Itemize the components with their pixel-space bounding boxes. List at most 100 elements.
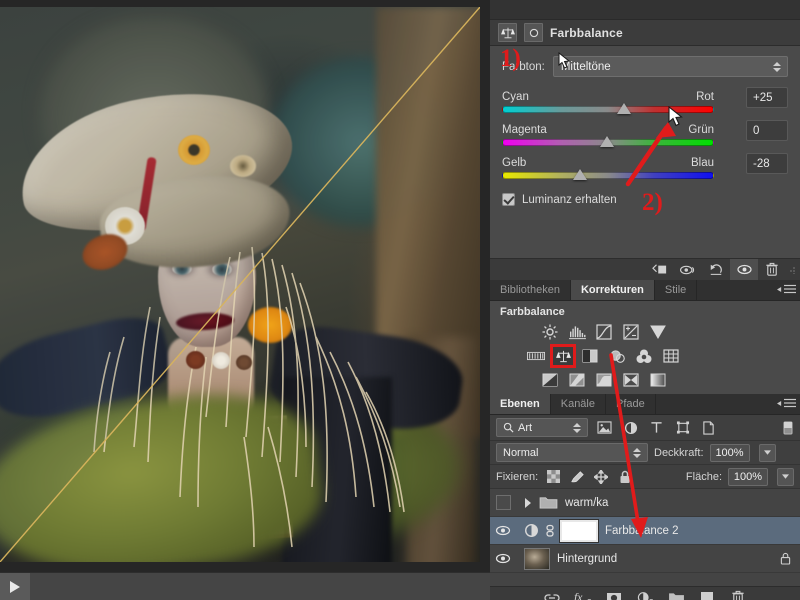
gradient-map-icon[interactable] (648, 371, 668, 389)
slider-track-cyan-red[interactable] (502, 103, 714, 114)
slider-value-magenta-green[interactable]: 0 (746, 120, 788, 141)
new-group-icon[interactable] (667, 589, 685, 600)
selective-color-icon[interactable] (621, 371, 641, 389)
black-white-icon[interactable] (580, 347, 600, 365)
mask-link-icon[interactable] (545, 524, 555, 538)
slider-track-yellow-blue[interactable] (502, 169, 714, 180)
player-scrubber-track[interactable] (30, 572, 490, 600)
clip-to-layer-button[interactable] (646, 259, 674, 281)
filter-toggle-icon[interactable] (782, 418, 794, 437)
panel-resize-grip[interactable] (786, 259, 798, 281)
brightness-contrast-icon[interactable] (540, 323, 560, 341)
layers-panel-menu-icon[interactable] (777, 398, 796, 408)
chain-glyph (544, 593, 560, 600)
table-row[interactable]: warm/ka (490, 489, 800, 517)
lock-position-icon[interactable] (592, 468, 610, 486)
chevron-down-icon (782, 474, 789, 479)
smartobject-filter-icon[interactable] (699, 418, 718, 437)
toggle-visibility-button[interactable] (730, 258, 758, 281)
shape-filter-icon[interactable] (673, 418, 692, 437)
channel-mixer-icon[interactable] (634, 347, 654, 365)
adjustment-filter-icon[interactable] (621, 418, 640, 437)
layer-kind-select[interactable]: Art (496, 418, 588, 437)
layer-mask-thumbnail[interactable] (559, 518, 599, 543)
tab-kanaele[interactable]: Kanäle (550, 394, 606, 414)
adjustment-icons-row-1 (490, 323, 800, 341)
blend-mode-select[interactable]: Normal (496, 443, 648, 462)
lock-image-icon[interactable] (568, 468, 586, 486)
brush-glyph (570, 470, 584, 482)
link-layers-icon[interactable] (543, 589, 561, 600)
lock-all-icon[interactable] (616, 468, 634, 486)
slider-left-label-gelb: Gelb (502, 157, 527, 169)
color-balance-adjustment-icon[interactable] (550, 344, 576, 368)
slider-value-cyan-red[interactable]: +25 (746, 87, 788, 108)
layer-style-fx-icon[interactable]: fx (574, 589, 592, 600)
opacity-dropdown-button[interactable] (758, 443, 776, 462)
eye-previous-icon (679, 265, 695, 274)
properties-title: Farbbalance (550, 25, 623, 40)
layers-bottom-toolbar: fx (490, 586, 800, 600)
slider-handle-cyan-red[interactable] (617, 103, 631, 114)
lock-transparency-icon[interactable] (544, 468, 562, 486)
layer-visibility-toggle[interactable] (490, 517, 516, 545)
delete-adjustment-button[interactable] (758, 259, 786, 281)
layer-visibility-toggle[interactable] (490, 545, 516, 573)
corrections-panel-menu-icon[interactable] (777, 284, 796, 294)
tab-pfade[interactable]: Pfade (606, 394, 656, 414)
photo-filter-icon[interactable] (607, 347, 627, 365)
play-button[interactable] (0, 572, 30, 600)
opacity-value[interactable]: 100% (709, 443, 750, 462)
bowtie-glyph (623, 373, 639, 387)
new-adjustment-icon[interactable] (636, 589, 654, 600)
properties-toolbar (490, 258, 800, 281)
half-circle-arrow-glyph (637, 592, 653, 600)
vibrance-icon[interactable] (648, 323, 668, 341)
preserve-luminosity-row[interactable]: Luminanz erhalten (502, 193, 788, 206)
color-lookup-icon[interactable] (661, 347, 681, 365)
preserve-luminosity-checkbox[interactable] (502, 193, 515, 206)
add-mask-icon[interactable] (605, 589, 623, 600)
tab-korrekturen[interactable]: Korrekturen (570, 280, 655, 300)
group-expand-icon[interactable] (524, 497, 532, 508)
slider-yellow-blue: Gelb Blau -28 (502, 153, 788, 180)
new-page-glyph (701, 591, 713, 600)
corrections-tab-bar: Bibliotheken Korrekturen Stile (490, 280, 800, 301)
curves-icon[interactable] (594, 323, 614, 341)
chevron-left-small-icon (777, 400, 782, 406)
scales-glyph (555, 350, 571, 362)
layer-filter-row: Art (490, 415, 800, 441)
levels-icon[interactable] (567, 323, 587, 341)
hue-saturation-icon[interactable] (526, 347, 546, 365)
table-row[interactable]: Hintergrund (490, 545, 800, 573)
clip-to-layer-icon[interactable] (524, 23, 543, 42)
tab-bibliotheken[interactable]: Bibliotheken (490, 280, 571, 300)
fill-value[interactable]: 100% (728, 467, 768, 486)
blend-mode-value: Normal (503, 446, 539, 459)
tone-select[interactable]: Mitteltöne (552, 56, 788, 77)
posterize-icon[interactable] (567, 371, 587, 389)
slider-handle-magenta-green[interactable] (600, 136, 614, 147)
exposure-icon[interactable] (621, 323, 641, 341)
table-row[interactable]: Farbbalance 2 (490, 517, 800, 545)
text-filter-icon[interactable] (647, 418, 666, 437)
threshold-icon[interactable] (594, 371, 614, 389)
checker-glyph (546, 470, 560, 483)
pixel-filter-icon[interactable] (595, 418, 614, 437)
layer-visibility-toggle[interactable] (490, 489, 516, 517)
slider-value-yellow-blue[interactable]: -28 (746, 153, 788, 174)
invert-icon[interactable] (540, 371, 560, 389)
layer-thumbnail[interactable] (524, 547, 550, 570)
chevron-updown-icon (573, 422, 581, 433)
delete-layer-icon[interactable] (729, 589, 747, 600)
slider-track-magenta-green[interactable] (502, 136, 714, 147)
new-layer-icon[interactable] (698, 589, 716, 600)
tab-stile[interactable]: Stile (654, 280, 698, 300)
reset-button[interactable] (702, 259, 730, 281)
slider-handle-yellow-blue[interactable] (573, 169, 587, 180)
exposure-glyph (623, 324, 639, 340)
video-player-bar[interactable] (0, 572, 490, 600)
view-previous-state-button[interactable] (674, 259, 702, 281)
fill-dropdown-button[interactable] (777, 467, 794, 486)
tab-ebenen[interactable]: Ebenen (490, 394, 551, 414)
